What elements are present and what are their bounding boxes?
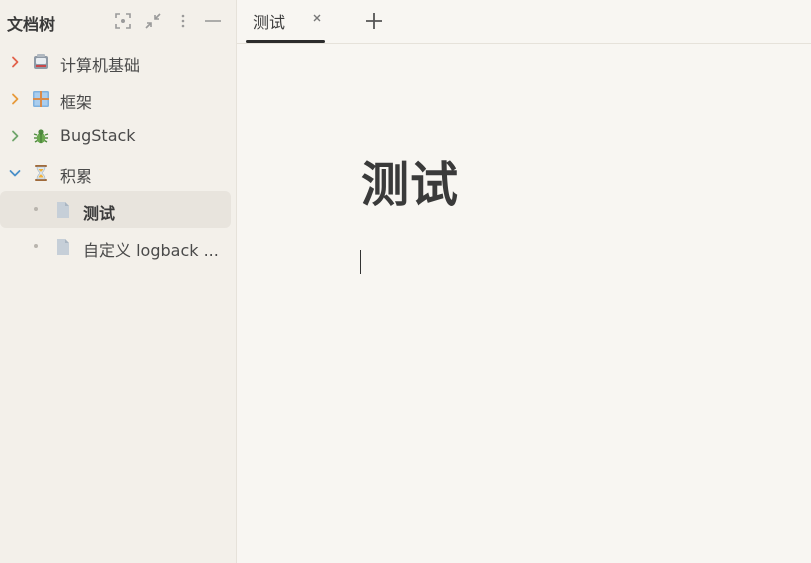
- tab-label: 测试: [253, 13, 286, 32]
- tree-item-label: 测试: [83, 204, 116, 223]
- document-tree-panel: 文档树 计算机基础 框架 BugStack 积累 测试 自定义 logback …: [0, 0, 237, 563]
- window-emoji-icon: [32, 90, 50, 108]
- document-title[interactable]: 测试: [361, 145, 459, 215]
- new-tab-button[interactable]: [362, 9, 386, 33]
- sidebar-header: 文档树: [0, 0, 237, 42]
- plus-icon: [366, 13, 382, 29]
- tree-item-accumulation[interactable]: 积累: [0, 154, 231, 191]
- active-tab-indicator: [246, 40, 325, 43]
- tree-item-label: 自定义 logback ...: [83, 241, 219, 260]
- chevron-right-icon[interactable]: [8, 92, 22, 106]
- sidebar-title: 文档树: [7, 15, 56, 34]
- focus-icon[interactable]: [113, 11, 133, 31]
- tree-item-frameworks[interactable]: 框架: [0, 80, 231, 117]
- tree-item-label: 计算机基础: [60, 56, 141, 75]
- more-icon[interactable]: [173, 11, 193, 31]
- tree-item-label: 积累: [60, 167, 93, 186]
- bullet-icon: [34, 207, 38, 211]
- tree-item-computer-basics[interactable]: 计算机基础: [0, 43, 231, 80]
- bug-emoji-icon: [32, 127, 50, 145]
- hourglass-emoji-icon: [32, 164, 50, 182]
- chevron-right-icon[interactable]: [8, 55, 22, 69]
- document-tree: 计算机基础 框架 BugStack 积累 测试 自定义 logback ...: [0, 43, 237, 265]
- tab-test[interactable]: 测试: [246, 0, 325, 43]
- tree-item-custom-logback[interactable]: 自定义 logback ...: [0, 228, 231, 265]
- minimize-icon[interactable]: [203, 11, 223, 31]
- editor[interactable]: 测试: [237, 45, 811, 563]
- close-icon[interactable]: [310, 11, 324, 25]
- collapse-icon[interactable]: [143, 11, 163, 31]
- text-cursor: [360, 250, 361, 274]
- document-icon: [54, 238, 72, 256]
- document-icon: [54, 201, 72, 219]
- chevron-down-icon[interactable]: [8, 166, 22, 180]
- tree-item-bugstack[interactable]: BugStack: [0, 117, 231, 154]
- tree-item-label: BugStack: [60, 126, 136, 145]
- bullet-icon: [34, 244, 38, 248]
- chevron-right-icon[interactable]: [8, 129, 22, 143]
- tab-bar: 测试: [237, 0, 811, 44]
- tree-item-test[interactable]: 测试: [0, 191, 231, 228]
- tree-item-label: 框架: [60, 93, 93, 112]
- computer-emoji-icon: [32, 53, 50, 71]
